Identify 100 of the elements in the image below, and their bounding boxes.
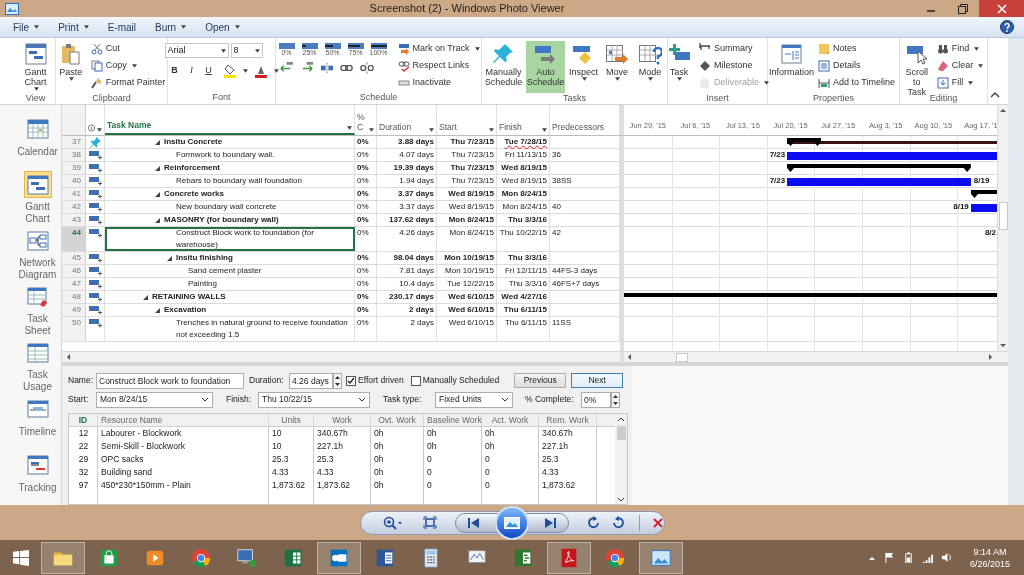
collapse-triangle-icon[interactable] <box>167 256 172 261</box>
column-header[interactable]: ID <box>78 415 88 425</box>
scroll-down-icon[interactable] <box>617 496 625 503</box>
clock-date[interactable]: 6/26/2015 <box>969 557 1010 570</box>
ribbon-button[interactable]: Milestone <box>697 58 771 74</box>
restore-icon[interactable] <box>957 2 969 15</box>
view-button[interactable]: Gantt Chart <box>0 169 61 225</box>
taskbar-button[interactable] <box>317 541 361 574</box>
column-header[interactable]: Work <box>332 415 352 425</box>
column-header[interactable]: Rem. Work <box>546 415 589 425</box>
vertical-scrollbar[interactable] <box>997 105 1008 351</box>
column-header[interactable]: Act. Work <box>491 415 529 425</box>
spinner-icon[interactable] <box>611 391 620 408</box>
row-number[interactable]: 42 <box>62 201 86 213</box>
column-header[interactable]: % C <box>355 105 377 135</box>
ribbon-button[interactable]: Information <box>770 41 813 93</box>
ribbon-button[interactable]: Format Painter <box>88 75 168 91</box>
ribbon-button[interactable]: Copy <box>88 58 168 74</box>
ribbon-button[interactable]: Auto Schedule <box>525 41 565 93</box>
collapse-triangle-icon[interactable] <box>143 295 148 300</box>
column-header[interactable]: Resource Name <box>101 415 163 425</box>
scroll-down-icon[interactable] <box>999 342 1007 349</box>
delete-icon[interactable] <box>651 516 664 529</box>
underline-button[interactable]: U <box>202 64 215 78</box>
ribbon-button[interactable]: Add to Timeline <box>815 75 897 91</box>
row-number[interactable]: 48 <box>62 291 86 303</box>
start-icon[interactable] <box>13 549 29 566</box>
ribbon-button[interactable]: Task <box>664 41 694 93</box>
vertical-scrollbar[interactable] <box>615 414 627 504</box>
ribbon-button[interactable]: Fill <box>934 75 986 91</box>
ribbon-button[interactable]: Notes <box>815 41 897 57</box>
name-field[interactable]: Construct Block work to foundation <box>96 372 244 389</box>
font-name-field[interactable]: Arial <box>164 43 229 58</box>
row-number[interactable]: 45 <box>62 252 86 264</box>
column-header[interactable]: Start <box>437 105 497 135</box>
ribbon-button[interactable]: Paste <box>55 41 86 93</box>
spinner-icon[interactable] <box>333 372 342 389</box>
row-number[interactable]: 47 <box>62 278 86 290</box>
view-button[interactable]: Calendar <box>0 113 61 169</box>
slideshow-button[interactable] <box>494 505 529 540</box>
column-header[interactable]: Task Name <box>105 105 355 135</box>
row-number[interactable]: 38 <box>62 149 86 161</box>
start-date-field[interactable]: Mon 8/24/15 <box>96 391 213 408</box>
ribbon-button[interactable]: Move <box>602 41 632 93</box>
font-size-field[interactable]: 8 <box>230 43 263 58</box>
view-button[interactable]: Task Sheet <box>0 281 61 337</box>
rotate-clockwise-icon[interactable] <box>610 515 625 530</box>
menu-item[interactable]: E-mail <box>102 18 142 36</box>
task-type-field[interactable]: Fixed Units <box>435 391 513 408</box>
menu-item[interactable]: File <box>8 18 45 36</box>
ribbon-button[interactable]: Inspect <box>567 41 599 93</box>
collapse-triangle-icon[interactable] <box>155 218 160 223</box>
collapse-triangle-icon[interactable] <box>155 166 160 171</box>
ribbon-button[interactable]: Manually Schedule <box>484 41 523 93</box>
collapse-triangle-icon[interactable] <box>155 140 160 145</box>
collapse-ribbon-icon[interactable] <box>990 91 1000 99</box>
ribbon-button[interactable]: Mark on Track <box>395 41 482 57</box>
checkbox[interactable] <box>346 375 356 386</box>
collapse-triangle-icon[interactable] <box>155 308 160 313</box>
scroll-thumb[interactable] <box>616 426 626 440</box>
scroll-thumb[interactable] <box>676 352 688 362</box>
ribbon-button[interactable]: Clear <box>934 58 986 74</box>
view-button[interactable]: Task Usage <box>0 337 61 393</box>
signal-icon[interactable] <box>922 552 933 563</box>
ribbon-button[interactable]: Find <box>934 41 986 57</box>
column-header[interactable]: Finish <box>497 105 550 135</box>
battery-icon[interactable] <box>903 552 914 563</box>
menu-item[interactable]: Burn <box>150 18 192 36</box>
scroll-thumb[interactable] <box>998 202 1008 230</box>
highlighter-icon[interactable] <box>223 64 236 78</box>
ribbon-button[interactable]: Mode <box>635 41 665 93</box>
column-header[interactable]: Units <box>281 415 301 425</box>
bold-button[interactable]: B <box>168 64 181 78</box>
speaker-icon[interactable] <box>941 552 952 563</box>
row-number[interactable]: 44 <box>62 227 86 251</box>
menu-item[interactable]: Open <box>200 18 245 36</box>
column-header[interactable] <box>86 105 105 135</box>
row-number[interactable]: 50 <box>62 317 86 341</box>
menu-item[interactable]: Print <box>53 18 94 36</box>
collapse-triangle-icon[interactable] <box>155 192 160 197</box>
ribbon-button[interactable]: Summary <box>697 41 771 57</box>
close-button[interactable] <box>979 0 1024 17</box>
zoom-icon[interactable] <box>382 515 403 530</box>
view-button[interactable]: Tracking <box>0 449 61 505</box>
ribbon-button[interactable]: Respect Links <box>395 58 482 74</box>
finish-date-field[interactable]: Thu 10/22/15 <box>258 391 370 408</box>
scroll-up-icon[interactable] <box>617 416 625 423</box>
row-number[interactable]: 49 <box>62 304 86 316</box>
view-button[interactable]: Timeline <box>0 393 61 449</box>
ribbon-button[interactable]: Gantt Chart <box>20 41 51 93</box>
ribbon-button[interactable]: Details <box>815 58 897 74</box>
column-header[interactable]: Duration <box>377 105 437 135</box>
fit-to-window-icon[interactable] <box>422 516 437 529</box>
column-header[interactable]: Ovt. Work <box>378 415 416 425</box>
row-number[interactable]: 39 <box>62 162 86 174</box>
rotate-counterclockwise-icon[interactable] <box>586 515 601 530</box>
checkbox[interactable] <box>410 375 421 386</box>
column-header[interactable]: Baseline Work <box>427 415 482 425</box>
flag-icon[interactable] <box>884 552 895 563</box>
taskbar-button[interactable] <box>41 541 85 574</box>
